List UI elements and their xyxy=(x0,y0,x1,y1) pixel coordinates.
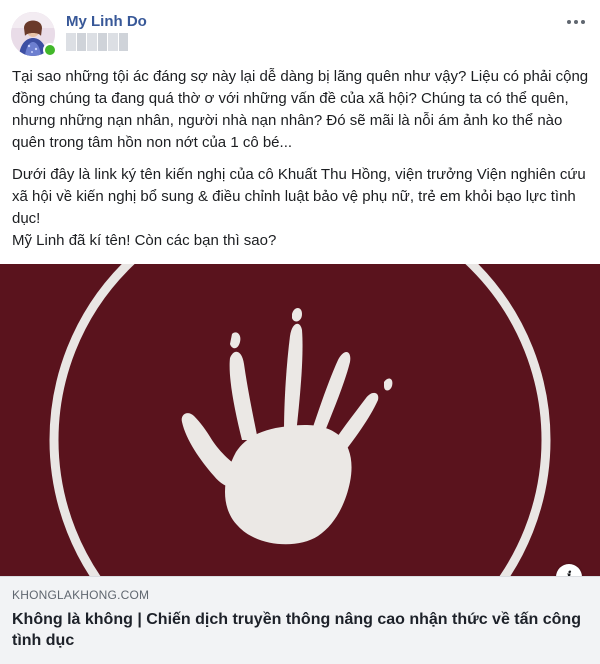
handprint-icon xyxy=(0,264,600,576)
more-options-icon xyxy=(567,20,585,24)
author-name-link[interactable]: My Linh Do xyxy=(66,13,147,30)
link-domain: KHONGLAKHONG.COM xyxy=(12,588,150,602)
post-paragraph-2: Dưới đây là link ký tên kiến nghị của cô… xyxy=(12,166,586,249)
link-preview-footer[interactable]: KHONGLAKHONG.COM Không là không | Chiến … xyxy=(0,576,600,664)
online-status-indicator xyxy=(43,43,57,57)
more-options-button[interactable] xyxy=(564,14,588,30)
link-preview-image[interactable] xyxy=(0,264,600,576)
post-timestamp-redacted xyxy=(66,33,128,51)
link-title[interactable]: Không là không | Chiến dịch truyền thông… xyxy=(12,609,582,651)
facebook-post: My Linh Do Tại sao những tội ác đáng sợ … xyxy=(0,0,600,664)
author-avatar-container[interactable] xyxy=(11,12,57,57)
post-body-text: Tại sao những tội ác đáng sợ này lại dễ … xyxy=(12,66,590,252)
post-paragraph-1: Tại sao những tội ác đáng sợ này lại dễ … xyxy=(12,68,589,151)
